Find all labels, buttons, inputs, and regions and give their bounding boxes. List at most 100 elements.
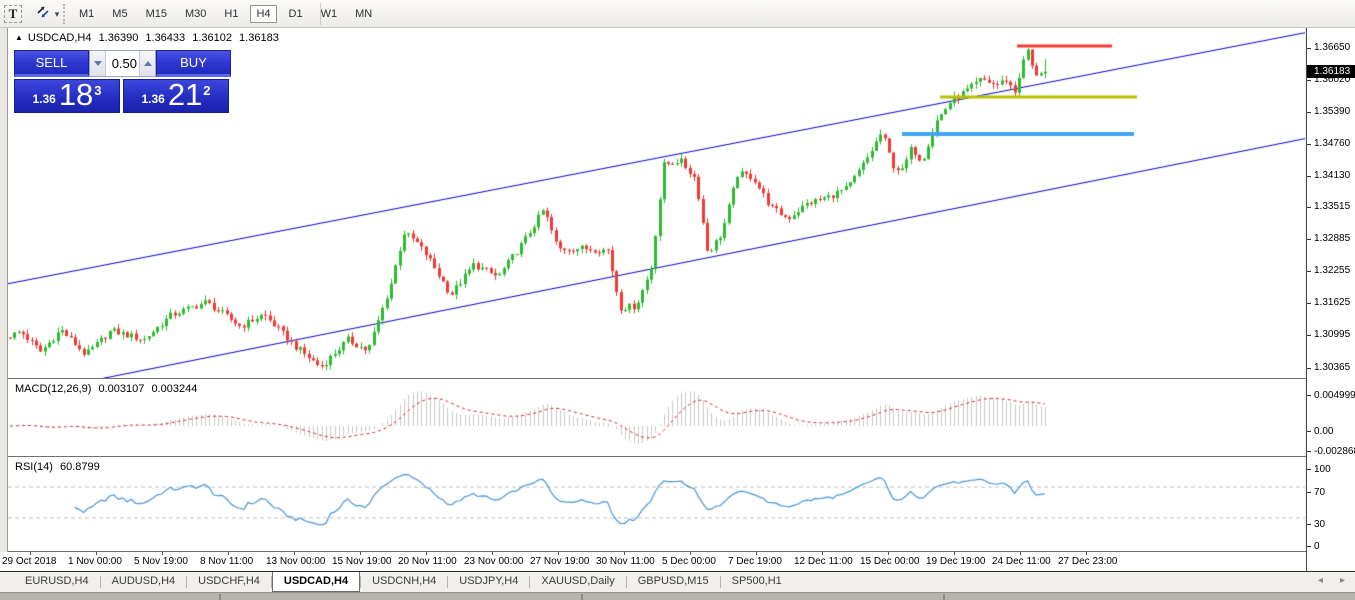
price-axis-label: 1.32885 — [1314, 233, 1351, 244]
date-axis-label: 29 Oct 2018 — [2, 556, 57, 567]
chart-tab-audusd[interactable]: AUDUSD,H4 — [101, 572, 187, 592]
chart-tab-xauusd[interactable]: XAUUSD,Daily — [530, 572, 625, 592]
sell-price-sup: 3 — [94, 83, 102, 98]
frame-tick — [219, 594, 221, 600]
date-axis-label: 20 Nov 11:00 — [398, 556, 457, 567]
date-axis-label: 7 Dec 19:00 — [728, 556, 782, 567]
buy-price-panel[interactable]: 1.36 21 2 — [123, 79, 229, 113]
sell-price-big: 18 — [58, 77, 94, 112]
indicator-axis-tick — [1307, 451, 1311, 452]
rsi-panel: RSI(14) 60.8799 — [8, 457, 1305, 551]
sell-price-panel[interactable]: 1.36 18 3 — [14, 79, 120, 113]
volume-input[interactable] — [106, 51, 139, 76]
tabs-scroll-right-icon[interactable]: ▸ — [1340, 575, 1345, 586]
macd-label: MACD(12,26,9) 0.003107 0.003244 — [15, 383, 201, 395]
panel-separator — [8, 378, 1355, 379]
volume-increase-button[interactable] — [139, 51, 155, 76]
indicator-axis-label: 70 — [1314, 487, 1326, 498]
date-axis-label: 27 Nov 19:00 — [530, 556, 590, 567]
date-axis-label: 13 Nov 00:00 — [266, 556, 326, 567]
date-axis-label: 15 Nov 19:00 — [332, 556, 392, 567]
date-axis-label: 27 Dec 23:00 — [1058, 556, 1118, 567]
price-tick — [1307, 112, 1311, 113]
date-tick — [756, 552, 757, 555]
ohlc-high: 1.36433 — [145, 32, 186, 44]
date-tick — [30, 552, 31, 555]
volume-decrease-button[interactable] — [90, 51, 106, 76]
timeframe-button-m15[interactable]: M15 — [140, 5, 173, 23]
macd-panel: MACD(12,26,9) 0.003107 0.003244 — [8, 379, 1305, 456]
rsi-canvas[interactable] — [8, 457, 1305, 551]
tabs-scroll-left-icon[interactable]: ◂ — [1318, 575, 1323, 586]
price-tick — [1307, 80, 1311, 81]
chart-tabs: EURUSD,H4 AUDUSD,H4 USDCHF,H4 USDCAD,H4 USDC… — [0, 572, 1355, 592]
indicator-axis-tick — [1307, 492, 1311, 493]
macd-value-signal: 0.003244 — [151, 383, 198, 395]
price-axis-label: 1.34130 — [1314, 170, 1351, 181]
buy-price-prefix: 1.36 — [141, 92, 165, 106]
date-tick — [426, 552, 427, 555]
sell-button[interactable]: SELL — [14, 50, 89, 77]
price-axis-label: 1.33515 — [1314, 201, 1351, 212]
timeframe-button-mn[interactable]: MN — [349, 5, 378, 23]
price-tick — [1307, 207, 1311, 208]
indicator-axis-label: 100 — [1314, 464, 1331, 475]
timeframe-buttons: M1 M5 M15 M30 H1 H4 D1 W1 MN — [70, 4, 381, 24]
bottom-frame — [0, 592, 1355, 600]
indicator-axis-label: 0 — [1314, 541, 1320, 552]
triangle-up-icon — [143, 61, 152, 66]
timeframe-button-w1[interactable]: W1 — [315, 5, 344, 23]
price-axis-label: 1.35390 — [1314, 106, 1351, 117]
date-tick — [294, 552, 295, 555]
rsi-label: RSI(14) 60.8799 — [15, 461, 104, 473]
ohlc-close: 1.36183 — [239, 32, 279, 44]
price-tick — [1307, 144, 1311, 145]
date-tick — [162, 552, 163, 555]
price-axis[interactable]: 1.36650 1.36020 1.35390 1.34760 1.34130 1.335… — [1306, 28, 1355, 571]
indicator-axis-tick — [1307, 469, 1311, 470]
price-axis-label: 1.36650 — [1314, 42, 1351, 53]
date-axis[interactable]: 29 Oct 2018 1 Nov 00:00 5 Nov 19:00 8 Nov 1… — [0, 552, 1306, 571]
price-tick — [1307, 239, 1311, 240]
timeframe-button-h4[interactable]: H4 — [250, 5, 277, 23]
date-axis-label: 24 Dec 11:00 — [992, 556, 1051, 567]
timeframe-button-d1[interactable]: D1 — [283, 5, 309, 23]
chart-tab-eurusd[interactable]: EURUSD,H4 — [14, 572, 100, 592]
date-axis-label: 12 Dec 11:00 — [794, 556, 853, 567]
indicator-axis-tick — [1307, 395, 1311, 396]
date-tick — [888, 552, 889, 555]
date-axis-label: 19 Dec 19:00 — [926, 556, 986, 567]
chart-tab-sp500[interactable]: SP500,H1 — [721, 572, 793, 592]
timeframe-button-m1[interactable]: M1 — [73, 5, 100, 23]
date-axis-label: 8 Nov 11:00 — [200, 556, 254, 567]
indicator-axis-label: 0.004999 — [1314, 390, 1355, 401]
frame-tick — [943, 594, 945, 600]
timeframe-button-h1[interactable]: H1 — [218, 5, 244, 23]
sell-price-prefix: 1.36 — [32, 92, 56, 106]
chevron-down-icon: ▾ — [54, 8, 60, 19]
indicator-axis-tick — [1307, 524, 1311, 525]
chart-tab-usdcad[interactable]: USDCAD,H4 — [271, 572, 361, 592]
one-click-trading-panel: SELL BUY 1.36 18 3 — [14, 50, 231, 113]
indicator-axis-label: 0.00 — [1314, 426, 1334, 437]
date-tick — [1020, 552, 1021, 555]
toolbar-separator — [320, 3, 321, 25]
date-axis-label: 23 Nov 00:00 — [464, 556, 524, 567]
chart-tab-usdcnh[interactable]: USDCNH,H4 — [361, 572, 447, 592]
price-tick — [1307, 48, 1311, 49]
buy-button[interactable]: BUY — [156, 50, 231, 77]
date-axis-label: 5 Nov 19:00 — [134, 556, 188, 567]
main-chart-panel: ▲ USDCAD,H4 1.36390 1.36433 1.36102 1.361… — [8, 28, 1305, 378]
up-arrow-icon: ▲ — [15, 33, 23, 42]
macd-canvas[interactable] — [8, 379, 1305, 456]
arrows-tool-button[interactable]: ▾ — [30, 5, 64, 23]
price-axis-label: 1.30365 — [1314, 362, 1351, 373]
chart-tab-usdchf[interactable]: USDCHF,H4 — [187, 572, 271, 592]
price-tick — [1307, 303, 1311, 304]
chart-tab-usdjpy[interactable]: USDJPY,H4 — [448, 572, 529, 592]
price-tick — [1307, 335, 1311, 336]
timeframe-button-m30[interactable]: M30 — [179, 5, 212, 23]
chart-tab-gbpusd[interactable]: GBPUSD,M15 — [627, 572, 720, 592]
text-tool-icon[interactable]: T — [4, 5, 22, 23]
timeframe-button-m5[interactable]: M5 — [106, 5, 133, 23]
